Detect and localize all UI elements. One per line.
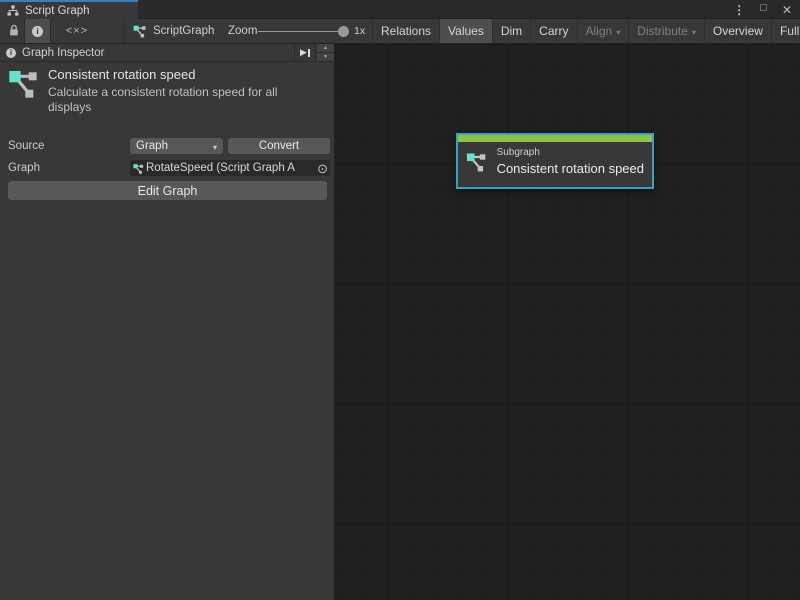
- graph-inspector-panel: i Graph Inspector ▶ ▲ ▼ Consistent rotat…: [0, 44, 335, 600]
- tab-bar: Script Graph ⋮ □ ✕: [0, 0, 800, 19]
- subgraph-node-header: [458, 135, 652, 142]
- maximize-icon[interactable]: □: [760, 3, 767, 14]
- panel-height-spinner: ▲ ▼: [317, 44, 334, 61]
- values-button[interactable]: Values: [440, 19, 493, 43]
- tab-script-graph[interactable]: Script Graph: [0, 0, 138, 19]
- relations-button[interactable]: Relations: [372, 19, 440, 43]
- zoom-slider-handle[interactable]: [338, 26, 349, 37]
- graph-field-label: Graph: [8, 162, 40, 174]
- object-picker-icon[interactable]: ⊙: [317, 162, 328, 175]
- window-controls: ⋮ □ ✕: [733, 0, 792, 19]
- breadcrumb-label: ScriptGraph: [153, 25, 214, 37]
- graph-inspector-header: i Graph Inspector ▶ ▲ ▼: [0, 44, 334, 62]
- zoom-slider[interactable]: [258, 19, 348, 43]
- inspector-header-title: Graph Inspector: [22, 47, 104, 59]
- script-graph-tab-icon: [7, 5, 19, 16]
- lock-icon[interactable]: [8, 24, 20, 42]
- expand-icon: ▶: [300, 48, 307, 57]
- node-title: Consistent rotation speed: [497, 161, 644, 176]
- full-screen-button[interactable]: Full Screen: [772, 19, 800, 43]
- subgraph-icon: [466, 148, 488, 175]
- graph-canvas[interactable]: Subgraph Consistent rotation speed: [335, 44, 800, 600]
- chevron-down-icon: ▾: [213, 143, 217, 152]
- zoom-slider-track: [258, 31, 348, 32]
- graph-toolbar: i <×> ScriptGraph Zoom 1x Relations Valu…: [0, 19, 800, 44]
- graph-description: Calculate a consistent rotation speed fo…: [48, 85, 316, 115]
- chevron-down-icon: ▾: [692, 28, 696, 37]
- spin-up-button[interactable]: ▲: [317, 44, 334, 53]
- node-type-label: Subgraph: [497, 147, 644, 158]
- window-menu-icon[interactable]: ⋮: [733, 4, 745, 16]
- graph-icon: [133, 24, 147, 38]
- edit-graph-button[interactable]: Edit Graph: [8, 181, 327, 200]
- close-icon[interactable]: ✕: [782, 4, 792, 16]
- code-icon: <×>: [66, 25, 88, 37]
- subgraph-icon: [8, 67, 40, 99]
- info-icon: i: [32, 26, 43, 37]
- inspector-toggle-button[interactable]: i: [24, 19, 51, 43]
- source-dropdown-value: Graph: [136, 140, 168, 152]
- dock-panel-button[interactable]: ▶: [294, 44, 316, 61]
- subgraph-node[interactable]: Subgraph Consistent rotation speed: [456, 133, 654, 189]
- spin-down-button[interactable]: ▼: [317, 53, 334, 61]
- source-label: Source: [8, 140, 44, 152]
- graph-title: Consistent rotation speed: [48, 67, 195, 82]
- info-icon: i: [6, 48, 16, 58]
- distribute-button[interactable]: Distribute▾: [629, 19, 705, 43]
- code-view-toggle-button[interactable]: <×>: [60, 19, 94, 43]
- dim-button[interactable]: Dim: [493, 19, 531, 43]
- graph-object-field[interactable]: RotateSpeed (Script Graph A ⊙: [130, 160, 330, 176]
- script-graph-window: Script Graph ⋮ □ ✕ i <×>: [0, 0, 800, 600]
- zoom-value: 1x: [354, 19, 365, 43]
- graph-icon: [133, 163, 144, 174]
- source-dropdown[interactable]: Graph ▾: [130, 138, 223, 154]
- carry-button[interactable]: Carry: [531, 19, 577, 43]
- toolbar-buttons: Relations Values Dim Carry Align▾ Distri…: [372, 19, 800, 43]
- overview-button[interactable]: Overview: [705, 19, 772, 43]
- align-button[interactable]: Align▾: [578, 19, 630, 43]
- tab-label: Script Graph: [25, 5, 90, 17]
- zoom-label: Zoom: [228, 19, 257, 43]
- toolbar-separator: [124, 19, 125, 43]
- convert-button[interactable]: Convert: [228, 138, 330, 154]
- breadcrumb-script-graph[interactable]: ScriptGraph: [133, 19, 214, 43]
- graph-object-value: RotateSpeed (Script Graph A: [146, 162, 316, 174]
- chevron-down-icon: ▾: [616, 28, 620, 37]
